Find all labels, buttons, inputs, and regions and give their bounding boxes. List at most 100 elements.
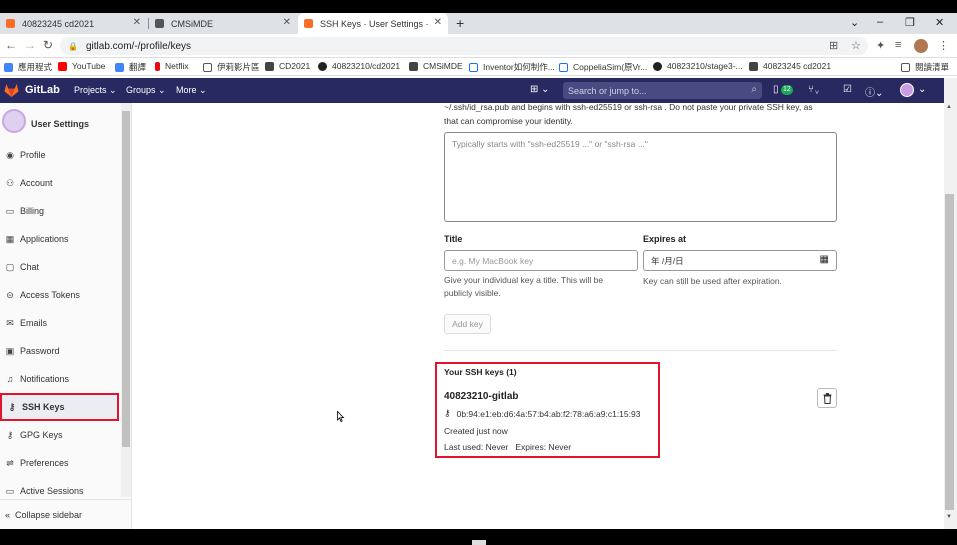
- restore-icon[interactable]: ❐: [905, 16, 915, 29]
- browser-tab[interactable]: CMSiMDE ✕: [149, 13, 297, 34]
- title-input[interactable]: e.g. My MacBook key: [444, 250, 638, 271]
- more-menu[interactable]: More ⌄: [176, 85, 207, 96]
- merge-request-icon[interactable]: ⑂⌄: [808, 84, 820, 95]
- account-icon: ⚇: [5, 177, 15, 188]
- scroll-down-icon[interactable]: ▼: [946, 514, 952, 520]
- add-key-button[interactable]: Add key: [444, 314, 491, 334]
- chat-icon: ▢: [5, 261, 15, 272]
- screen: 40823245 cd2021 ✕ CMSiMDE ✕ SSH Keys · U…: [0, 0, 957, 545]
- help-line: Give your individual key a title. This w…: [444, 275, 604, 285]
- sidebar-item-chat[interactable]: ▢ Chat: [0, 253, 119, 281]
- ssh-key-last-used: Last used: Never: [444, 442, 509, 452]
- minimize-icon[interactable]: –: [877, 16, 883, 28]
- page-scroll-thumb[interactable]: [945, 194, 954, 510]
- search-input[interactable]: Search or jump to... ⌕: [563, 82, 762, 99]
- gitlab-logo-icon[interactable]: [4, 83, 19, 97]
- sidebar-item-profile[interactable]: ◉ Profile: [0, 141, 119, 169]
- sidebar-item-label: Account: [20, 178, 53, 188]
- browser-tab-active[interactable]: SSH Keys · User Settings · GitLab ✕: [298, 13, 448, 34]
- calendar-icon[interactable]: ▦: [820, 254, 829, 265]
- page-scrollbar[interactable]: ▲ ▼: [944, 78, 957, 529]
- reading-list[interactable]: 閱讀清單: [901, 61, 949, 73]
- todo-icon[interactable]: ☑: [843, 84, 852, 95]
- user-avatar[interactable]: [900, 83, 914, 97]
- close-window-icon[interactable]: ✕: [935, 16, 944, 29]
- gitlab-brand[interactable]: GitLab: [25, 84, 60, 96]
- back-arrow-icon[interactable]: ←: [5, 38, 17, 52]
- bookmark-github-cd2021[interactable]: 40823210/cd2021: [318, 61, 400, 71]
- sidebar-item-label: Profile: [20, 150, 46, 160]
- sidebar-item-billing[interactable]: ▭ Billing: [0, 197, 119, 225]
- bell-icon: ♫: [6, 374, 14, 384]
- scroll-up-icon[interactable]: ▲: [946, 104, 952, 110]
- help-icon[interactable]: ⓘ⌄: [865, 84, 883, 99]
- close-icon[interactable]: ✕: [434, 17, 442, 28]
- sidebar-item-preferences[interactable]: ⇌ Preferences: [0, 449, 119, 477]
- ssh-key-title[interactable]: 40823210-gitlab: [444, 391, 519, 402]
- bookmark-youtube[interactable]: YouTube: [58, 61, 105, 71]
- tab-search-icon[interactable]: ⌄: [850, 16, 859, 29]
- sidebar-item-notifications[interactable]: ♫ Notifications: [0, 365, 119, 393]
- netflix-icon: [155, 61, 160, 71]
- reading-list-label: 閱讀清單: [915, 62, 950, 72]
- bookmark-translate[interactable]: 翻譯: [115, 61, 146, 73]
- sidebar-item-password[interactable]: ▣ Password: [0, 337, 119, 365]
- sidebar-item-gpg-keys[interactable]: ⚷ GPG Keys: [0, 421, 119, 449]
- bookmark-apps[interactable]: 應用程式: [4, 61, 52, 73]
- user-avatar: [2, 109, 26, 133]
- sidebar-scroll-thumb[interactable]: [122, 111, 130, 447]
- delete-key-button[interactable]: [817, 388, 837, 408]
- bookmark-github-stage3[interactable]: 40823210/stage3-...: [653, 61, 743, 71]
- key-icon: ⚷: [6, 429, 14, 440]
- bookmark-cd2021-245[interactable]: 40823245 cd2021: [749, 61, 831, 71]
- menu-dots-icon[interactable]: ⋮: [938, 39, 949, 52]
- sidebar-header[interactable]: User Settings: [0, 105, 120, 141]
- issues-icon[interactable]: ▯: [773, 84, 779, 95]
- collapse-sidebar-button[interactable]: « Collapse sidebar: [0, 499, 131, 529]
- token-icon: ⊝: [6, 289, 14, 300]
- bookmark-cd2021[interactable]: CD2021: [265, 61, 310, 71]
- sidebar-item-ssh-keys[interactable]: ⚷ SSH Keys: [0, 393, 119, 421]
- bookmark-inventor[interactable]: Inventor如何制作...: [469, 61, 555, 73]
- key-textarea[interactable]: Typically starts with "ssh-ed25519 ..." …: [444, 132, 837, 222]
- translate-icon[interactable]: ⊞: [829, 39, 838, 52]
- profile-avatar[interactable]: [914, 39, 928, 53]
- forward-arrow-icon[interactable]: →: [24, 38, 36, 52]
- key-icon: ⚷: [8, 401, 16, 412]
- ssh-key-fingerprint: 0b:94:e1:eb:d6:4a:57:b4:ab:f2:78:a6:a9:c…: [456, 408, 641, 419]
- mouse-cursor-icon: [337, 411, 345, 422]
- bookmark-label: 40823210/stage3-...: [667, 61, 743, 71]
- chevron-down-icon[interactable]: ⌄: [918, 84, 926, 95]
- bookmark-eyny[interactable]: 伊莉影片區: [203, 61, 260, 73]
- bookmark-label: 伊莉影片區: [217, 62, 260, 72]
- sidebar-item-applications[interactable]: ▦ Applications: [0, 225, 119, 253]
- key-instructions: ~/.ssh/id_rsa.pub and begins with ssh-ed…: [444, 100, 834, 128]
- sidebar-item-label: Active Sessions: [20, 486, 84, 496]
- close-icon[interactable]: ✕: [283, 17, 291, 28]
- billing-icon: ▭: [5, 205, 15, 216]
- expires-date-input[interactable]: 年 /月/日 ▦: [643, 250, 837, 271]
- sidebar-scrollbar[interactable]: [121, 103, 131, 497]
- new-tab-icon[interactable]: +: [456, 15, 464, 31]
- sidebar-item-emails[interactable]: ✉ Emails: [0, 309, 119, 337]
- star-icon[interactable]: ☆: [851, 39, 861, 52]
- sidebar-item-account[interactable]: ⚇ Account: [0, 169, 119, 197]
- extensions-icon[interactable]: ✦: [876, 39, 885, 52]
- close-icon[interactable]: ✕: [133, 17, 141, 28]
- browser-tab[interactable]: 40823245 cd2021 ✕: [0, 13, 147, 34]
- sidebar-item-access-tokens[interactable]: ⊝ Access Tokens: [0, 281, 119, 309]
- bookmark-label: 翻譯: [129, 62, 147, 72]
- groups-menu[interactable]: Groups ⌄: [126, 85, 166, 96]
- apps-grid-icon: [4, 62, 13, 72]
- url-field[interactable]: 🔒 gitlab.com/-/profile/keys: [60, 37, 868, 55]
- plus-square-icon[interactable]: ⊞ ⌄: [530, 84, 550, 95]
- bookmark-coppeliasim[interactable]: CoppeliaSim(原Vr...: [559, 61, 647, 73]
- reload-icon[interactable]: ↻: [43, 38, 53, 52]
- bookmark-netflix[interactable]: Netflix: [155, 61, 189, 71]
- bookmark-cmsimde[interactable]: CMSiMDE: [409, 61, 463, 71]
- media-icon[interactable]: ≡: [895, 39, 901, 51]
- menu-label: More: [176, 85, 197, 95]
- bookmark-label: CD2021: [279, 61, 311, 71]
- sidebar-item-label: Password: [20, 346, 60, 356]
- projects-menu[interactable]: Projects ⌄: [74, 85, 117, 96]
